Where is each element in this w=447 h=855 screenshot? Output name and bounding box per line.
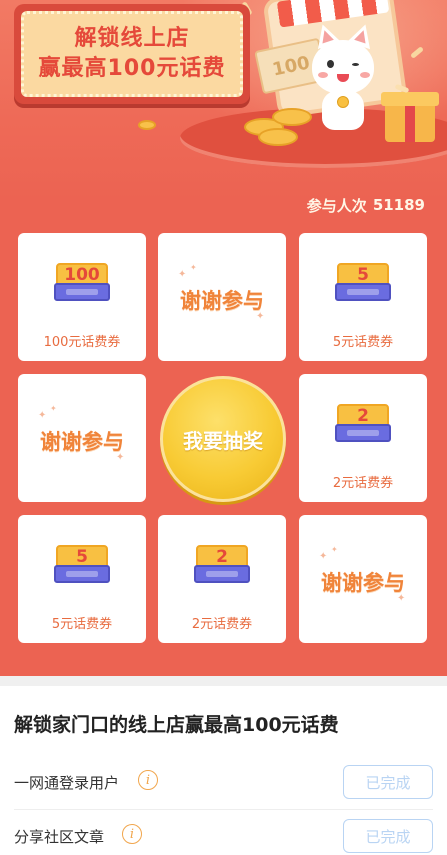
- sparkle-icon: ✦: [319, 551, 328, 562]
- prize-cell: 100 100元话费券: [18, 233, 146, 361]
- thanks-text: 谢谢参与: [180, 289, 264, 313]
- task-done-button[interactable]: 已完成: [343, 819, 433, 853]
- voucher-icon: 5: [335, 263, 391, 305]
- sparkle-icon: ✦: [256, 311, 265, 322]
- prize-cell: 2 2元话费券: [158, 515, 286, 643]
- banner-headline-1: 解锁线上店: [74, 26, 190, 51]
- coin-icon: [258, 128, 298, 146]
- divider: [14, 809, 433, 810]
- sparkle-icon: ✦: [38, 410, 47, 421]
- cat-mascot: [312, 40, 374, 94]
- voucher-amount: 100: [64, 265, 100, 285]
- voucher-amount: 2: [216, 547, 228, 567]
- participants-counter: 参与人次 51189: [307, 196, 425, 215]
- sparkle-icon: ✦: [116, 452, 125, 463]
- sparkle-icon: ✦: [397, 593, 406, 604]
- coin-icon: [138, 120, 156, 130]
- voucher-icon: 2: [335, 404, 391, 446]
- promo-sign: 解锁线上店 赢最高100元话费: [14, 4, 250, 104]
- prize-cell: 5 5元话费券: [299, 233, 427, 361]
- bill-amount: 100: [270, 51, 312, 81]
- task-label: 一网通登录用户: [14, 774, 120, 792]
- banner-headline-2: 赢最高100元话费: [38, 56, 226, 81]
- prize-label: 5元话费券: [51, 617, 113, 632]
- sparkle-icon: ✦: [178, 269, 187, 280]
- bell-icon: [337, 96, 349, 108]
- prize-label: 5元话费券: [332, 335, 394, 350]
- prize-label: 2元话费券: [332, 476, 394, 491]
- promo-banner: 100 解锁线上店 赢最高100元话费: [0, 0, 447, 200]
- voucher-amount: 5: [357, 265, 369, 285]
- task-row: 一网通登录用户 i 已完成: [0, 758, 447, 810]
- sparkle-icon: ✦: [50, 404, 57, 413]
- thanks-text: 谢谢参与: [321, 571, 405, 595]
- task-panel-title: 解锁家门口的线上店赢最高100元话费: [14, 714, 339, 736]
- prize-cell: ✦ ✦ 谢谢参与 ✦: [18, 374, 146, 502]
- participants-label: 参与人次: [306, 196, 367, 215]
- coin-icon: [272, 108, 312, 126]
- voucher-amount: 2: [357, 406, 369, 426]
- info-icon[interactable]: i: [138, 770, 158, 790]
- lottery-page: 100 解锁线上店 赢最高100元话费 参与人次 51189 100 100元话…: [0, 0, 447, 855]
- task-panel: 解锁家门口的线上店赢最高100元话费 一网通登录用户 i 已完成 分享社区文章 …: [0, 686, 447, 855]
- voucher-icon: 5: [54, 545, 110, 587]
- task-done-button[interactable]: 已完成: [343, 765, 433, 799]
- voucher-amount: 5: [76, 547, 88, 567]
- sparkle-icon: ✦: [190, 263, 197, 272]
- prize-cell: ✦ ✦ 谢谢参与 ✦: [158, 233, 286, 361]
- thanks-text: 谢谢参与: [40, 430, 124, 454]
- voucher-icon: 2: [194, 545, 250, 587]
- prize-label: 2元话费券: [191, 617, 253, 632]
- participants-count: 51189: [372, 196, 425, 214]
- task-row: 分享社区文章 i 已完成: [0, 812, 447, 855]
- prize-cell: 5 5元话费券: [18, 515, 146, 643]
- draw-button[interactable]: 我要抽奖: [160, 376, 286, 502]
- info-icon[interactable]: i: [122, 824, 142, 844]
- prize-label: 100元话费券: [43, 335, 121, 350]
- task-label: 分享社区文章: [14, 828, 105, 846]
- voucher-icon: 100: [54, 263, 110, 305]
- prize-cell: 2 2元话费券: [299, 374, 427, 502]
- prize-cell: ✦ ✦ 谢谢参与 ✦: [299, 515, 427, 643]
- sparkle-icon: ✦: [331, 545, 338, 554]
- gift-box-icon: [385, 100, 435, 142]
